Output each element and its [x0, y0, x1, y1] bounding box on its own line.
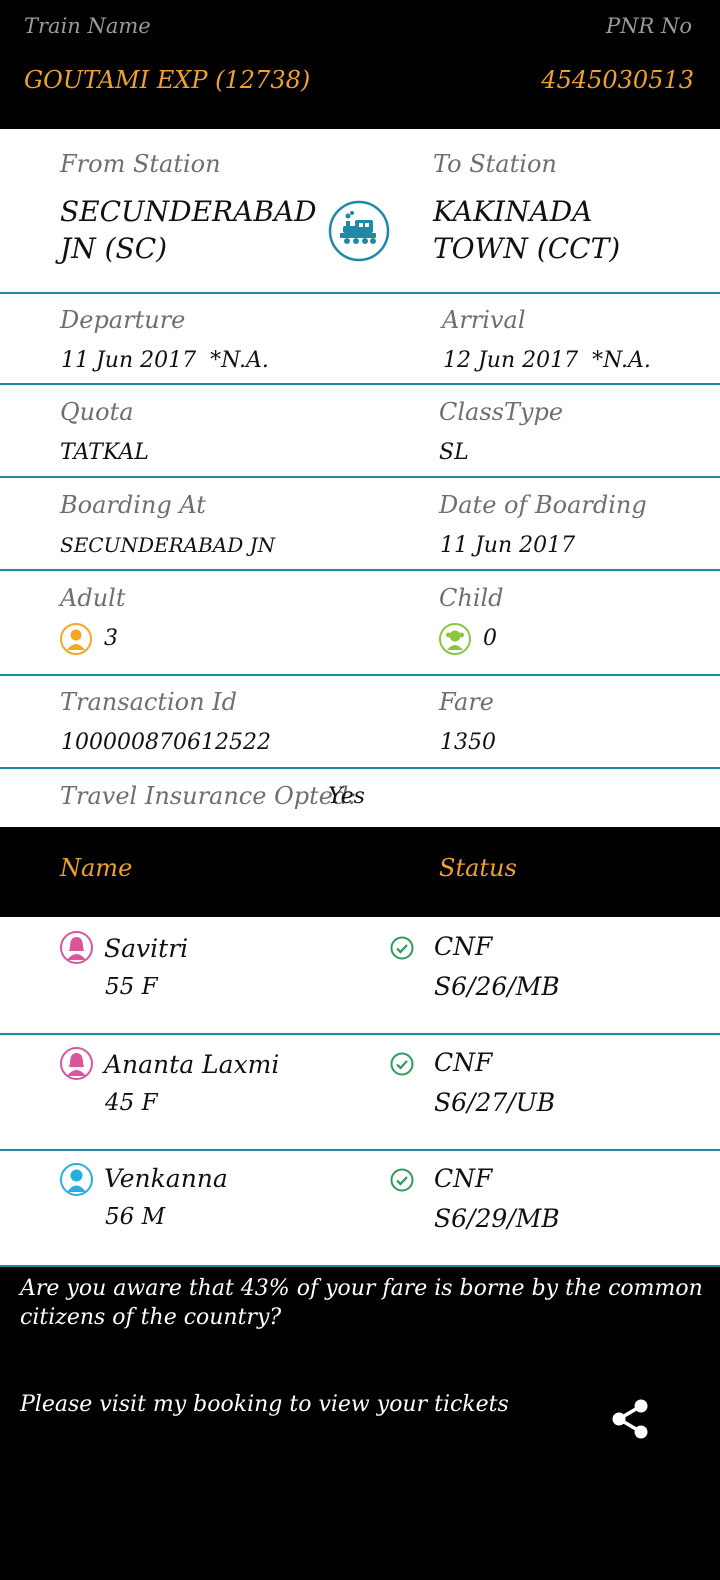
confirmed-check-icon: [390, 1052, 414, 1076]
berth-info: S6/29/MB: [434, 1204, 560, 1233]
my-booking-message: Please visit my booking to view your tic…: [20, 1392, 509, 1417]
from-station-line2: JN (SC): [60, 232, 168, 265]
confirmed-check-icon: [390, 936, 414, 960]
from-station-label: From Station: [60, 150, 221, 178]
booking-status: CNF: [434, 1048, 493, 1077]
passenger-age-gender: 45 F: [105, 1090, 158, 1116]
boarding-at-value: SECUNDERABAD JN: [60, 533, 276, 557]
transaction-id-value: 100000870612522: [61, 730, 271, 755]
passenger-age-gender: 56 M: [105, 1204, 166, 1230]
berth-info: S6/27/UB: [434, 1088, 556, 1117]
confirmed-check-icon: [390, 1168, 414, 1192]
travel-insurance-value: Yes: [328, 784, 365, 809]
passenger-name: Savitri: [104, 934, 189, 963]
passenger-age-gender: 55 F: [105, 974, 158, 1000]
list-item: Venkanna 56 M CNF S6/29/MB: [0, 1151, 720, 1265]
pnr-label: PNR No: [605, 14, 692, 38]
train-icon: [328, 200, 390, 262]
passenger-table-header: Name Status: [0, 827, 720, 917]
train-name: GOUTAMI EXP (12738): [24, 66, 311, 94]
divider: [0, 674, 720, 676]
name-column-header: Name: [60, 854, 133, 882]
boarding-date-label: Date of Boarding: [439, 491, 647, 519]
fare-label: Fare: [439, 688, 495, 716]
divider: [0, 569, 720, 571]
adult-count: 3: [104, 626, 118, 651]
berth-info: S6/26/MB: [434, 972, 560, 1001]
train-name-label: Train Name: [24, 14, 151, 38]
female-avatar-icon: [60, 931, 93, 964]
share-icon[interactable]: [609, 1397, 651, 1441]
divider: [0, 767, 720, 769]
arrival-label: Arrival: [442, 306, 526, 334]
travel-insurance-label: Travel Insurance Opted:: [60, 782, 357, 810]
child-count: 0: [483, 626, 497, 651]
divider: [0, 292, 720, 294]
booking-status: CNF: [434, 932, 493, 961]
list-item: Savitri 55 F CNF S6/26/MB: [0, 917, 720, 1033]
departure-label: Departure: [60, 306, 186, 334]
pnr-number: 4545030513: [541, 66, 694, 94]
status-column-header: Status: [439, 854, 517, 882]
boarding-date-value: 11 Jun 2017: [440, 533, 576, 558]
to-station-line2: TOWN (CCT): [433, 232, 621, 265]
to-station-label: To Station: [433, 150, 557, 178]
list-item: Ananta Laxmi 45 F CNF S6/27/UB: [0, 1035, 720, 1149]
boarding-at-label: Boarding At: [60, 491, 206, 519]
female-avatar-icon: [60, 1047, 93, 1080]
child-icon: [439, 623, 471, 655]
journey-details-card: From Station SECUNDERABAD JN (SC) To Sta…: [0, 129, 720, 827]
quota-label: Quota: [60, 398, 134, 426]
fare-subsidy-notice: Are you aware that 43% of your fare is b…: [20, 1276, 703, 1330]
adult-icon: [60, 623, 92, 655]
class-type-value: SL: [439, 440, 469, 465]
child-label: Child: [439, 584, 504, 612]
transaction-id-label: Transaction Id: [60, 688, 238, 716]
quota-value: TATKAL: [60, 440, 149, 465]
arrival-value: 12 Jun 2017 *N.A.: [443, 348, 651, 373]
passenger-name: Venkanna: [104, 1164, 228, 1193]
booking-status: CNF: [434, 1164, 493, 1193]
fare-value: 1350: [440, 730, 496, 755]
divider: [0, 476, 720, 478]
to-station-line1: KAKINADA: [433, 195, 593, 228]
class-type-label: ClassType: [439, 398, 564, 426]
departure-value: 11 Jun 2017 *N.A.: [61, 348, 269, 373]
ticket-header: Train Name PNR No GOUTAMI EXP (12738) 45…: [0, 0, 720, 129]
adult-label: Adult: [60, 584, 126, 612]
from-station-line1: SECUNDERABAD: [60, 195, 317, 228]
passenger-list: Savitri 55 F CNF S6/26/MB Ananta Laxmi 4…: [0, 917, 720, 1267]
divider: [0, 383, 720, 385]
passenger-name: Ananta Laxmi: [104, 1050, 280, 1079]
ticket-footer: Are you aware that 43% of your fare is b…: [0, 1267, 720, 1580]
male-avatar-icon: [60, 1163, 93, 1196]
